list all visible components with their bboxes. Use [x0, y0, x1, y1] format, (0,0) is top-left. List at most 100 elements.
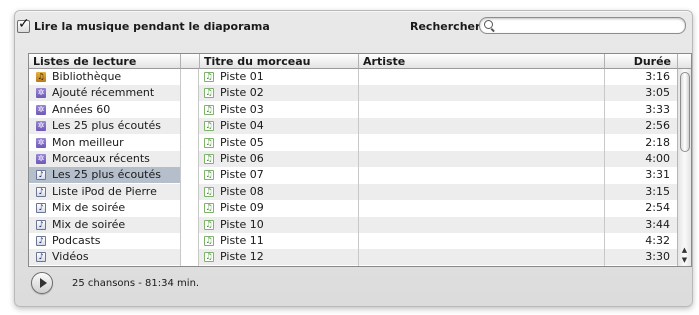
track-duration: 3:15 — [645, 184, 670, 198]
track-duration: 3:33 — [645, 102, 670, 116]
playlist-item[interactable]: ♪ Mix de soirée — [29, 216, 180, 233]
scroll-down-arrow[interactable]: ▼ — [678, 256, 691, 265]
track-title: Piste 10 — [220, 217, 264, 231]
music-note-icon: ♫ — [204, 154, 214, 164]
track-duration: 3:44 — [645, 217, 670, 231]
search-icon — [484, 20, 493, 29]
smart-playlist-icon: ✲ — [36, 121, 46, 132]
playlist-item[interactable]: ♪ Podcasts — [29, 233, 180, 249]
track-title: Piste 11 — [220, 234, 264, 247]
smart-playlist-icon: ✲ — [36, 154, 46, 164]
smart-playlist-icon: ✲ — [36, 88, 46, 99]
playlist-item[interactable]: ♪ Vidéos — [29, 249, 180, 266]
smart-playlist-icon: ✲ — [36, 137, 46, 148]
track-title: Piste 02 — [220, 86, 264, 100]
track-title: Piste 12 — [220, 250, 264, 264]
playlist-item[interactable]: ♪ Mix de soirée — [29, 200, 180, 216]
track-duration: 3:30 — [645, 250, 670, 264]
playlist-item-label: Mon meilleur — [52, 135, 124, 149]
track-duration: 3:16 — [645, 70, 670, 83]
track-duration: 3:05 — [645, 86, 670, 100]
playlist-item[interactable]: ♫ Bibliothèque — [29, 69, 180, 85]
track-title: Piste 09 — [220, 201, 264, 215]
track-row[interactable]: ♫ Piste 05 2:18 — [199, 135, 677, 151]
playlist-icon: ♪ — [36, 170, 46, 181]
music-note-icon: ♫ — [204, 236, 214, 246]
checkmark-icon: ✓ — [18, 16, 30, 32]
search-field[interactable] — [479, 17, 686, 34]
music-note-icon: ♫ — [204, 170, 214, 181]
track-title: Piste 04 — [220, 119, 264, 133]
play-icon — [40, 278, 47, 288]
smart-playlist-icon: ✲ — [36, 104, 46, 115]
divider — [180, 69, 181, 266]
track-row[interactable]: ♫ Piste 03 3:33 — [199, 102, 677, 118]
track-row[interactable]: ♫ Piste 01 3:16 — [199, 69, 677, 85]
track-title: Piste 01 — [220, 70, 264, 83]
playlist-icon: ♪ — [36, 252, 46, 263]
column-header-title[interactable]: Titre du morceau — [199, 54, 358, 69]
playlist-icon: ♪ — [36, 186, 46, 197]
music-note-icon: ♫ — [204, 186, 214, 197]
play-music-label: Lire la musique pendant le diaporama — [34, 20, 270, 33]
music-note-icon: ♫ — [204, 203, 214, 214]
playlist-item-label: Bibliothèque — [52, 70, 122, 83]
playlist-item[interactable]: ✲ Les 25 plus écoutés — [29, 118, 180, 135]
track-title: Piste 08 — [220, 184, 264, 198]
play-button[interactable] — [31, 272, 53, 294]
column-header-artist[interactable]: Artiste — [358, 54, 604, 69]
music-note-icon: ♫ — [204, 88, 214, 99]
column-header-duration[interactable]: Durée — [604, 54, 677, 69]
track-duration: 4:00 — [645, 152, 670, 165]
scroll-up-arrow[interactable]: ▲ — [678, 246, 691, 255]
playlist-icon: ♪ — [36, 203, 46, 214]
playlist-item-label: Podcasts — [52, 234, 101, 247]
music-note-icon: ♫ — [204, 252, 214, 263]
track-title: Piste 03 — [220, 102, 264, 116]
track-row[interactable]: ♫ Piste 07 3:31 — [199, 167, 677, 183]
music-browser: Listes de lecture Titre du morceau Artis… — [28, 53, 692, 267]
playlist-item-label: Mix de soirée — [52, 201, 126, 215]
playlist-item[interactable]: ♪ Liste iPod de Pierre — [29, 183, 180, 200]
playlist-item[interactable]: ✲ Mon meilleur — [29, 135, 180, 151]
track-row[interactable]: ♫ Piste 04 2:56 — [199, 118, 677, 135]
track-title: Piste 06 — [220, 152, 264, 165]
playlist-item-label: Liste iPod de Pierre — [52, 184, 157, 198]
library-icon: ♫ — [36, 72, 46, 82]
playlist-item[interactable]: ♪ Les 25 plus écoutés — [29, 167, 180, 184]
track-row[interactable]: ♫ Piste 02 3:05 — [199, 85, 677, 102]
track-duration: 2:54 — [645, 201, 670, 215]
playlist-item[interactable]: ✲ Années 60 — [29, 102, 180, 118]
play-music-checkbox[interactable]: ✓ — [17, 16, 30, 33]
scroll-thumb[interactable] — [680, 72, 690, 152]
track-duration: 2:56 — [645, 119, 670, 133]
search-input[interactable] — [496, 19, 676, 31]
music-note-icon: ♫ — [204, 104, 214, 115]
track-row[interactable]: ♫ Piste 10 3:44 — [199, 216, 677, 233]
playlist-item-label: Années 60 — [52, 102, 111, 116]
track-row[interactable]: ♫ Piste 09 2:54 — [199, 200, 677, 216]
search-label: Rechercher : — [410, 20, 489, 33]
music-note-icon: ♫ — [204, 219, 214, 230]
playlists-splitter-header — [180, 54, 199, 69]
music-note-icon: ♫ — [204, 121, 214, 132]
track-row[interactable]: ♫ Piste 08 3:15 — [199, 183, 677, 200]
track-duration: 2:18 — [645, 135, 670, 149]
track-row[interactable]: ♫ Piste 11 4:32 — [199, 233, 677, 249]
track-row[interactable]: ♫ Piste 12 3:30 — [199, 249, 677, 266]
playlist-item-label: Les 25 plus écoutés — [52, 168, 161, 182]
track-row[interactable]: ♫ Piste 06 4:00 — [199, 151, 677, 167]
playlist-item[interactable]: ✲ Ajouté récemment — [29, 85, 180, 102]
vertical-scrollbar[interactable]: ▲ ▼ — [677, 69, 691, 266]
playlist-item[interactable]: ✲ Morceaux récents — [29, 151, 180, 167]
track-summary: 25 chansons - 81:34 min. — [72, 278, 200, 289]
track-title: Piste 07 — [220, 168, 264, 182]
music-note-icon: ♫ — [204, 72, 214, 82]
playlists-header[interactable]: Listes de lecture — [29, 54, 180, 69]
header-corner — [677, 54, 691, 69]
playlist-item-label: Ajouté récemment — [52, 86, 155, 100]
playlist-icon: ♪ — [36, 219, 46, 230]
playlist-item-label: Vidéos — [52, 250, 89, 264]
column-divider — [604, 69, 605, 266]
top-bar: ✓ Lire la musique pendant le diaporama R… — [17, 16, 686, 37]
